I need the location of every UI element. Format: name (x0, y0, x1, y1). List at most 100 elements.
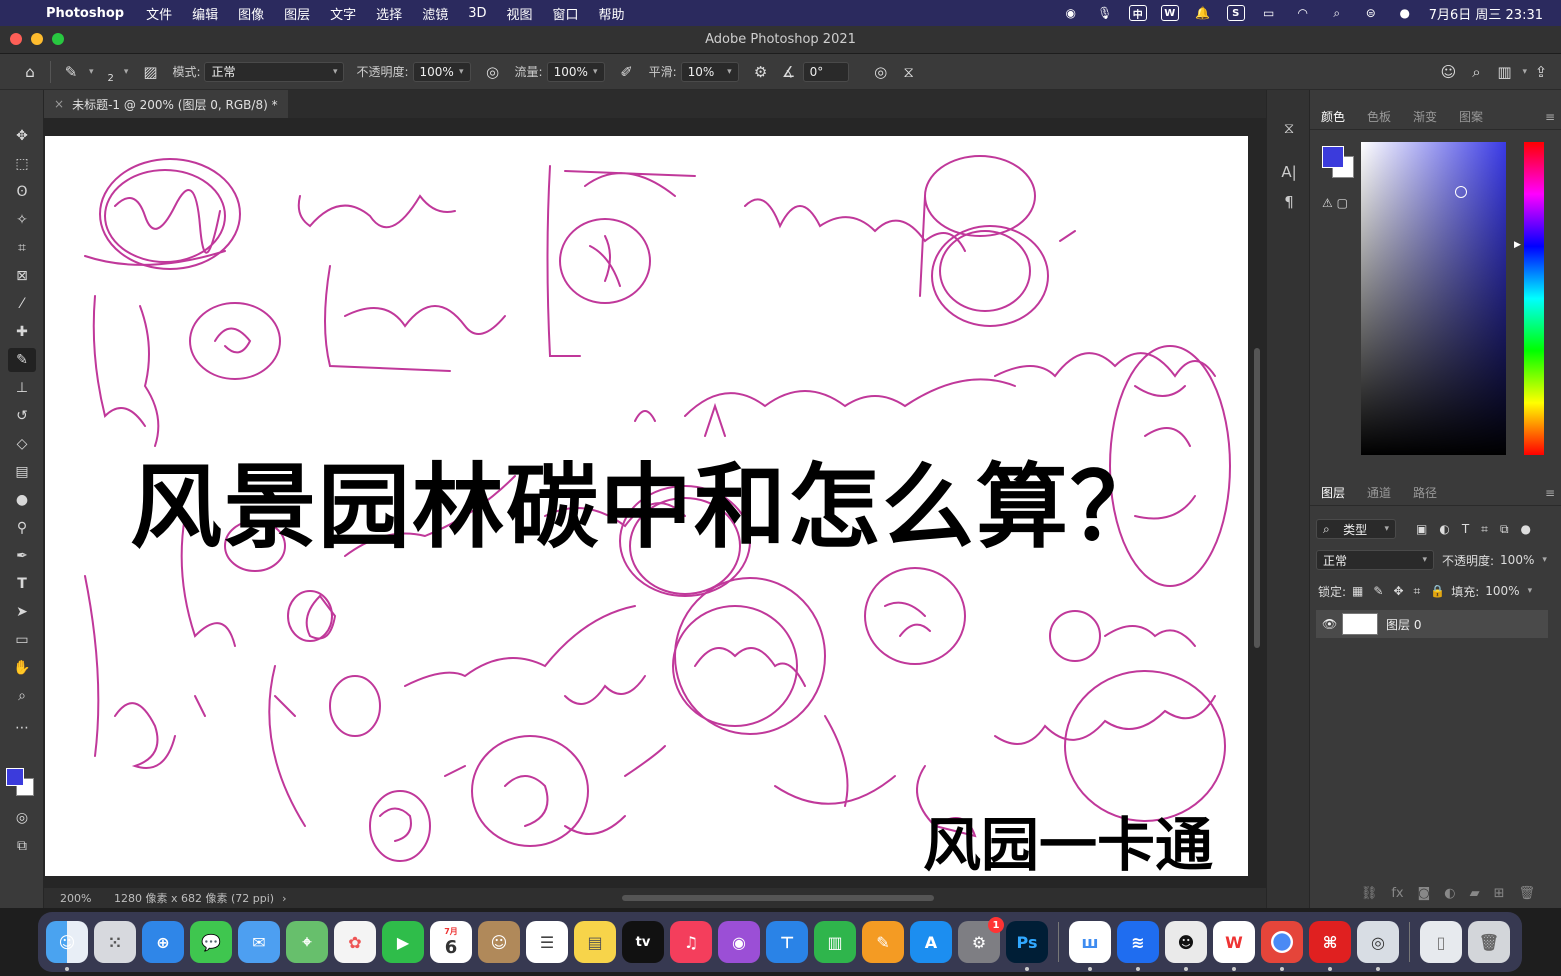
chevron-down-icon[interactable]: ▾ (1542, 555, 1547, 565)
acrobat-icon[interactable]: ⌘ (1309, 921, 1351, 971)
menu-view[interactable]: 视图 (506, 4, 532, 23)
mode-select[interactable]: 正常 ▾ (204, 61, 345, 82)
brush-size[interactable]: 2 (108, 73, 114, 84)
launchpad-icon[interactable]: ⁙ (94, 921, 136, 963)
layer-filter-select[interactable]: ⌕ 类型 ▾ (1316, 519, 1396, 539)
gear-icon[interactable]: ⚙ (747, 58, 775, 86)
visibility-eye-icon[interactable]: 👁 (1322, 617, 1337, 631)
opacity-field[interactable]: 100% ▾ (412, 61, 471, 82)
lock-all-icon[interactable]: 🔒 (1430, 584, 1445, 598)
history-panel-icon[interactable]: ⧖ (1277, 116, 1301, 140)
brush-settings-icon[interactable]: ▨ (136, 58, 164, 86)
flow-field[interactable]: 100% ▾ (546, 61, 605, 82)
trash-icon[interactable]: 🗑 (1468, 921, 1510, 963)
calendar-icon[interactable]: 7月 6 (430, 921, 472, 963)
hand-tool-icon[interactable]: ✋ (8, 656, 36, 680)
out-of-gamut-warning-icon[interactable]: ⚠ ▢ (1322, 196, 1348, 210)
control-center-icon[interactable]: ⊜ (1361, 5, 1381, 21)
menu-help[interactable]: 帮助 (599, 4, 625, 23)
wps-office-icon[interactable]: W (1213, 921, 1255, 971)
quicktime-icon[interactable]: ◎ (1357, 921, 1399, 971)
tab-gradients[interactable]: 渐变 (1402, 104, 1448, 130)
lock-transparency-icon[interactable]: ▦ (1352, 584, 1363, 598)
photoshop-icon[interactable]: Ps (1006, 921, 1048, 971)
paragraph-panel-icon[interactable]: ¶ (1277, 190, 1301, 214)
wechat-work-icon[interactable]: ш (1069, 921, 1111, 971)
reminders-icon[interactable]: ☰ (526, 921, 568, 963)
layer-opacity-value[interactable]: 100% (1500, 553, 1534, 567)
safari-icon[interactable]: ⊕ (142, 921, 184, 963)
app-menu[interactable]: Photoshop (46, 6, 124, 21)
brush-preset-icon[interactable]: ✎ (57, 58, 85, 86)
tab-layers[interactable]: 图层 (1310, 480, 1356, 506)
facetime-icon[interactable]: ▶ (382, 921, 424, 963)
apple-tv-icon[interactable]: tv (622, 921, 664, 963)
airbrush-icon[interactable]: ✐ (613, 58, 641, 86)
siri-icon[interactable]: ● (1395, 5, 1415, 21)
pages-icon[interactable]: ✎ (862, 921, 904, 963)
new-layer-icon[interactable]: ⊞ (1494, 886, 1505, 901)
numbers-icon[interactable]: ▥ (814, 921, 856, 963)
horizontal-scrollbar[interactable] (622, 895, 934, 901)
trash-icon[interactable]: 🗑 (1518, 886, 1535, 901)
input-method-icon[interactable]: 中 (1128, 5, 1147, 21)
layer-item[interactable]: 👁 图层 0 (1316, 610, 1548, 638)
menu-layer[interactable]: 图层 (284, 4, 310, 23)
color-saturation-field[interactable] (1361, 142, 1506, 455)
mail-icon[interactable]: ✉ (238, 921, 280, 963)
close-tab-icon[interactable]: × (54, 97, 64, 111)
contacts-icon[interactable]: ☺ (478, 921, 520, 963)
microphone-icon[interactable]: 🎙 (1095, 5, 1115, 21)
qq-icon[interactable]: ☻ (1165, 921, 1207, 971)
chevron-down-icon[interactable]: ▾ (124, 67, 129, 77)
wps-icon[interactable]: W (1160, 5, 1179, 21)
menu-select[interactable]: 选择 (376, 4, 402, 23)
blur-tool-icon[interactable]: ● (8, 488, 36, 512)
tab-paths[interactable]: 路径 (1402, 480, 1448, 506)
menu-image[interactable]: 图像 (238, 4, 264, 23)
sync-icon[interactable]: S (1226, 5, 1245, 21)
downloads-folder-icon[interactable]: ▯ (1420, 921, 1462, 963)
foreground-color-swatch[interactable] (6, 768, 24, 786)
pressure-opacity-icon[interactable]: ◎ (479, 58, 507, 86)
panel-menu-icon[interactable]: ≡ (1545, 486, 1555, 500)
lock-pixels-icon[interactable]: ✎ (1373, 584, 1383, 598)
filter-type-icon[interactable]: T (1462, 522, 1469, 536)
frame-tool-icon[interactable]: ⊠ (8, 264, 36, 288)
filter-shape-icon[interactable]: ⌗ (1481, 522, 1488, 537)
screen-mode-icon[interactable]: ⧉ (8, 834, 36, 858)
pressure-size-icon[interactable]: ◎ (867, 58, 895, 86)
pen-tool-icon[interactable]: ✒ (8, 544, 36, 568)
photos-icon[interactable]: ✿ (334, 921, 376, 963)
home-icon[interactable]: ⌂ (16, 58, 44, 86)
history-brush-tool-icon[interactable]: ↺ (8, 404, 36, 428)
menu-filter[interactable]: 滤镜 (422, 4, 448, 23)
filter-toggle-icon[interactable]: ● (1521, 522, 1531, 536)
eyedropper-tool-icon[interactable]: ⁄ (8, 292, 36, 316)
notes-icon[interactable]: ▤ (574, 921, 616, 963)
menu-edit[interactable]: 编辑 (192, 4, 218, 23)
messages-icon[interactable]: 💬 (190, 921, 232, 963)
lock-artboard-icon[interactable]: ⌗ (1414, 584, 1421, 599)
menu-type[interactable]: 文字 (330, 4, 356, 23)
tab-color[interactable]: 颜色 (1310, 104, 1356, 130)
document-canvas[interactable]: 风景园林碳中和怎么算？ 风园一卡通 (45, 136, 1248, 876)
chrome-icon[interactable] (1261, 921, 1303, 971)
symmetry-icon[interactable]: ⧖ (895, 58, 923, 86)
maps-icon[interactable]: ⌖ (286, 921, 328, 963)
battery-icon[interactable]: ▭ (1259, 5, 1279, 21)
lasso-tool-icon[interactable]: ʘ (8, 180, 36, 204)
hue-slider-marker[interactable]: ▶ (1514, 240, 1521, 250)
path-selection-tool-icon[interactable]: ➤ (8, 600, 36, 624)
notification-bell-icon[interactable]: 🔔 (1193, 5, 1213, 21)
blend-mode-select[interactable]: 正常 ▾ (1316, 550, 1434, 570)
dodge-tool-icon[interactable]: ⚲ (8, 516, 36, 540)
menubar-clock[interactable]: 7月6日 周三 23:31 (1429, 4, 1543, 23)
link-layers-icon[interactable]: ⛓ (1361, 886, 1378, 901)
podcasts-icon[interactable]: ◉ (718, 921, 760, 963)
menu-file[interactable]: 文件 (146, 4, 172, 23)
menu-3d[interactable]: 3D (468, 6, 486, 21)
share-user-icon[interactable]: ☺ (1434, 58, 1462, 86)
quick-mask-icon[interactable]: ◎ (8, 806, 36, 830)
character-panel-icon[interactable]: A| (1277, 160, 1301, 184)
